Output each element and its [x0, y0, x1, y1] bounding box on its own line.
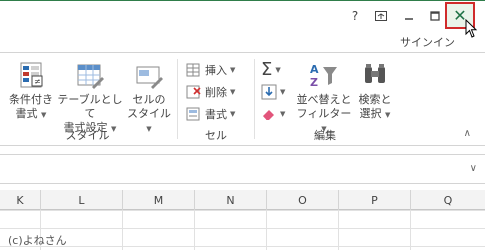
column-divider: [410, 210, 411, 250]
autosum-icon: Σ: [261, 59, 273, 80]
format-as-table-button[interactable]: テーブルとして 書式設定 ▼: [56, 61, 124, 136]
styles-group-label: スタイル: [65, 129, 110, 142]
column-divider: [122, 210, 123, 250]
editing-group-label: 編集: [314, 129, 336, 142]
column-divider: [266, 210, 267, 250]
cell-styles-icon: [133, 61, 165, 91]
column-header-n[interactable]: N: [195, 190, 267, 210]
maximize-icon: [430, 11, 440, 21]
format-as-table-label-1: テーブルとして: [57, 93, 123, 120]
delete-cells-button[interactable]: 削除 ▼: [186, 83, 235, 101]
format-as-table-icon: [74, 61, 106, 91]
format-cells-icon: [186, 107, 200, 121]
column-divider: [338, 210, 339, 250]
column-divider: [194, 210, 195, 250]
column-header-p[interactable]: P: [339, 190, 411, 210]
signin-link[interactable]: サインイン: [400, 34, 455, 50]
svg-text:≠: ≠: [34, 77, 41, 86]
conditional-formatting-label-1: 条件付き: [9, 93, 53, 106]
minimize-icon: [405, 18, 413, 20]
fill-down-icon: [261, 84, 277, 100]
collapse-ribbon-icon[interactable]: ∧: [464, 128, 471, 139]
copyright-text: (c)よねさん: [8, 234, 67, 247]
title-bar: ? ✕: [0, 0, 485, 38]
worksheet-grid[interactable]: K L M N O P Q: [0, 190, 485, 250]
column-header-q[interactable]: Q: [411, 190, 485, 210]
format-label: 書式: [205, 108, 227, 121]
column-headers: K L M N O P Q: [0, 190, 485, 210]
formula-bar[interactable]: ∨: [0, 154, 485, 184]
column-header-o[interactable]: O: [267, 190, 339, 210]
expand-formula-bar-icon[interactable]: ∨: [470, 163, 477, 174]
sort-filter-label-1: 並べ替えと: [296, 93, 352, 106]
editing-group: Σ ▼ ▼ ▼ A Z 並べ替えと フィルター ▼ 検索と 選択 ▼ 編集: [255, 53, 470, 146]
find-select-button[interactable]: 検索と 選択 ▼: [355, 61, 395, 122]
insert-cells-button[interactable]: 挿入 ▼: [186, 61, 235, 79]
clear-button[interactable]: ▼: [261, 105, 285, 123]
cell-area[interactable]: [0, 210, 485, 250]
minimize-button[interactable]: [398, 5, 420, 27]
autosum-button[interactable]: Σ ▼: [261, 61, 281, 79]
svg-text:Z: Z: [310, 76, 318, 89]
cell-styles-button[interactable]: セルの スタイル ▼: [124, 61, 174, 136]
sort-filter-icon: A Z: [308, 61, 340, 91]
svg-text:A: A: [310, 63, 319, 76]
eraser-icon: [262, 110, 274, 121]
binoculars-icon: [359, 61, 391, 91]
conditional-formatting-icon: ≠: [15, 61, 47, 91]
column-header-k[interactable]: K: [0, 190, 41, 210]
styles-group: ≠ 条件付き 書式 ▼ テーブルとして 書式設定 ▼ セルの スタイル ▼ スタ…: [0, 53, 175, 146]
delete-cells-icon: [186, 85, 201, 99]
maximize-button[interactable]: [424, 5, 446, 27]
column-header-m[interactable]: M: [123, 190, 195, 210]
sort-filter-button[interactable]: A Z 並べ替えと フィルター ▼: [293, 61, 355, 136]
column-header-l[interactable]: L: [41, 190, 123, 210]
cells-group-label: セル: [205, 129, 227, 142]
delete-label: 削除: [205, 86, 227, 99]
cells-group: 挿入 ▼ 削除 ▼ 書式 ▼ セル: [178, 53, 254, 146]
insert-label: 挿入: [205, 64, 227, 77]
find-select-label-2: 選択 ▼: [359, 107, 391, 120]
cell-styles-label-1: セルの: [132, 93, 166, 106]
format-cells-button[interactable]: 書式 ▼: [186, 105, 235, 123]
find-select-label-1: 検索と: [358, 93, 392, 106]
conditional-formatting-label-2: 書式 ▼: [15, 107, 47, 120]
insert-cells-icon: [186, 63, 200, 77]
ribbon-display-icon: [375, 11, 387, 21]
ribbon-display-options-button[interactable]: [370, 5, 392, 27]
help-button[interactable]: ?: [344, 5, 366, 27]
conditional-formatting-button[interactable]: ≠ 条件付き 書式 ▼: [4, 61, 58, 122]
fill-button[interactable]: ▼: [261, 83, 285, 101]
account-row: サインイン: [0, 30, 485, 52]
ribbon: ≠ 条件付き 書式 ▼ テーブルとして 書式設定 ▼ セルの スタイル ▼ スタ…: [0, 52, 485, 146]
